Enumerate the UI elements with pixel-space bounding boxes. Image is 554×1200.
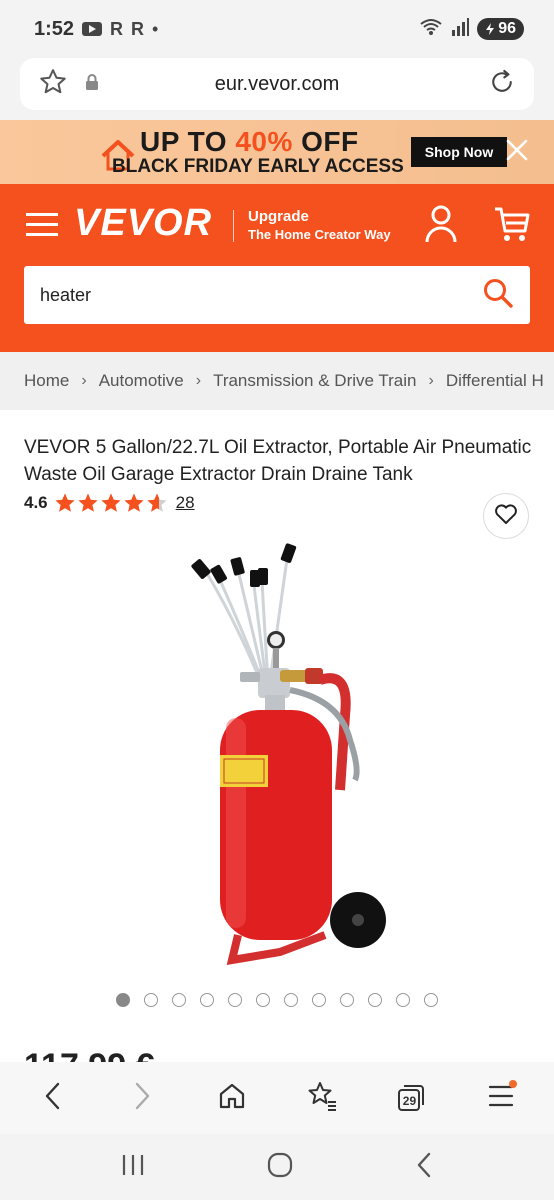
signal-icon — [451, 17, 470, 42]
home-circle-icon[interactable] — [266, 1151, 294, 1184]
review-count-link[interactable]: 28 — [176, 493, 195, 513]
image-carousel-dots — [116, 993, 438, 1007]
bookmarks-button[interactable] — [292, 1068, 352, 1128]
rating-row[interactable]: 4.6 28 — [24, 492, 195, 514]
carousel-dot[interactable] — [312, 993, 326, 1007]
rating-stars — [54, 492, 168, 514]
notification-dot: • — [152, 18, 159, 39]
breadcrumb: Home › Automotive › Transmission & Drive… — [0, 352, 554, 410]
forward-icon — [130, 1081, 154, 1116]
carousel-dot[interactable] — [228, 993, 242, 1007]
tabs-icon: 29 — [396, 1083, 426, 1113]
promo-discount: 40% — [235, 126, 293, 157]
recents-icon[interactable] — [120, 1153, 146, 1182]
menu-button[interactable] — [471, 1068, 531, 1128]
carousel-dot[interactable] — [340, 993, 354, 1007]
reload-icon[interactable] — [488, 69, 516, 100]
carousel-dot[interactable] — [200, 993, 214, 1007]
promo-prefix: UP TO — [140, 126, 236, 157]
carousel-dot[interactable] — [368, 993, 382, 1007]
slogan-line1: Upgrade — [248, 208, 309, 225]
shop-now-button[interactable]: Shop Now — [411, 137, 507, 167]
battery-icon: 96 — [477, 18, 524, 40]
back-button[interactable] — [23, 1068, 83, 1128]
search-icon[interactable] — [482, 277, 514, 314]
chevron-right-icon: › — [195, 372, 202, 389]
star-icon — [124, 493, 144, 512]
notification-dot-icon — [509, 1080, 518, 1088]
logo-divider — [233, 210, 234, 242]
carousel-dot[interactable] — [256, 993, 270, 1007]
vevor-logo[interactable]: VEVOR — [74, 202, 212, 245]
promo-headline: UP TO 40% OFF — [140, 126, 359, 158]
promo-subline: BLACK FRIDAY EARLY ACCESS — [112, 156, 404, 177]
status-time: 1:52 — [34, 17, 75, 40]
search-value: heater — [40, 284, 92, 305]
half-star-icon — [147, 493, 167, 512]
home-icon — [217, 1081, 247, 1116]
carousel-dot[interactable] — [116, 993, 130, 1007]
breadcrumb-item-home[interactable]: Home — [24, 371, 69, 391]
carousel-dot[interactable] — [284, 993, 298, 1007]
status-notifications: R R • — [82, 19, 158, 40]
cart-icon[interactable] — [492, 204, 532, 249]
heart-icon — [494, 503, 518, 530]
back-icon — [41, 1081, 65, 1116]
battery-level: 96 — [498, 20, 516, 37]
product-image[interactable] — [180, 540, 400, 970]
tabs-button[interactable]: 29 — [381, 1068, 441, 1128]
star-icon — [101, 493, 121, 512]
forward-button[interactable] — [112, 1068, 172, 1128]
home-button[interactable] — [202, 1068, 262, 1128]
address-bar[interactable]: eur.vevor.com — [20, 58, 534, 110]
breadcrumb-item-automotive[interactable]: Automotive — [99, 371, 184, 391]
carousel-dot[interactable] — [424, 993, 438, 1007]
star-icon — [78, 493, 98, 512]
carousel-dot[interactable] — [144, 993, 158, 1007]
star-icon — [55, 493, 75, 512]
notification-r: R — [131, 18, 145, 39]
site-header: VEVOR Upgrade The Home Creator Way heate… — [0, 184, 554, 352]
search-input[interactable]: heater — [24, 266, 530, 324]
carousel-dot[interactable] — [396, 993, 410, 1007]
status-bar: 1:52 R R • 96 — [0, 0, 554, 58]
rating-value: 4.6 — [24, 493, 48, 512]
breadcrumb-item-transmission[interactable]: Transmission & Drive Train — [213, 371, 416, 391]
system-navigation-bar — [0, 1134, 554, 1200]
chevron-right-icon: › — [81, 372, 87, 389]
promo-banner[interactable]: UP TO 40% OFF BLACK FRIDAY EARLY ACCESS … — [0, 120, 554, 184]
bookmarks-icon — [306, 1080, 338, 1117]
notification-r: R — [110, 18, 124, 39]
promo-suffix: OFF — [292, 126, 359, 157]
system-back-icon[interactable] — [414, 1151, 434, 1184]
youtube-icon — [82, 22, 103, 36]
browser-toolbar: 29 — [0, 1062, 554, 1134]
slogan-line2: The Home Creator Way — [248, 227, 391, 242]
hamburger-menu-icon[interactable] — [26, 210, 60, 245]
product-price: 117,99 € — [24, 1046, 154, 1062]
close-icon[interactable] — [505, 138, 529, 167]
breadcrumb-item-differential[interactable]: Differential H — [446, 371, 544, 391]
product-title: VEVOR 5 Gallon/22.7L Oil Extractor, Port… — [24, 437, 532, 485]
wishlist-button[interactable] — [483, 493, 529, 539]
lock-icon — [84, 73, 100, 96]
bookmark-star-icon[interactable] — [38, 67, 68, 102]
wifi-icon — [419, 17, 443, 42]
carousel-dot[interactable] — [172, 993, 186, 1007]
browser-address-area: eur.vevor.com — [0, 58, 554, 120]
tab-count: 29 — [402, 1094, 417, 1108]
status-right: 96 — [419, 17, 524, 42]
account-icon[interactable] — [424, 204, 458, 249]
chevron-right-icon: › — [428, 372, 434, 389]
